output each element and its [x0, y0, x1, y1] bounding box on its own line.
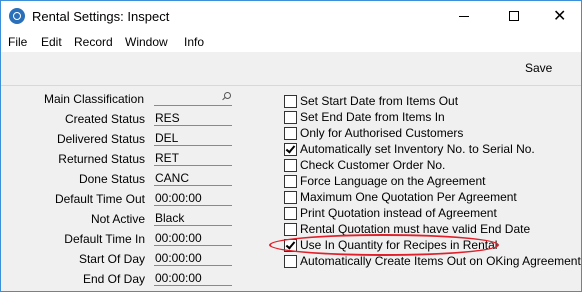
not-active-field[interactable]: Black [154, 211, 232, 226]
app-icon [9, 8, 25, 24]
option-label: Automatically Create Items Out on OKing … [300, 254, 581, 268]
checkbox[interactable] [284, 111, 297, 124]
minimize-icon [459, 16, 469, 17]
checkbox[interactable] [284, 255, 297, 268]
checkbox[interactable] [284, 95, 297, 108]
option-label: Force Language on the Agreement [300, 174, 486, 188]
checkbox[interactable] [284, 143, 297, 156]
checkbox[interactable] [284, 127, 297, 140]
checkmark-icon [285, 143, 296, 154]
option-label: Automatically set Inventory No. to Seria… [300, 142, 535, 156]
default-time-out-field[interactable]: 00:00:00 [154, 191, 232, 206]
default-time-out-label: Default Time Out [54, 192, 145, 206]
option-label: Set Start Date from Items Out [300, 94, 459, 108]
close-icon: ✕ [553, 8, 567, 25]
option-label: Maximum One Quotation Per Agreement [300, 190, 517, 204]
done-status-field[interactable]: CANC [154, 171, 232, 186]
maximize-button[interactable] [491, 1, 537, 32]
returned-status-label: Returned Status [58, 152, 145, 166]
option-label: Print Quotation instead of Agreement [300, 206, 497, 220]
window-title: Rental Settings: Inspect [32, 9, 170, 24]
checkbox[interactable] [284, 207, 297, 220]
delivered-status-label: Delivered Status [56, 132, 145, 146]
end-of-day-field[interactable]: 00:00:00 [154, 271, 232, 286]
option-label: Set End Date from Items In [300, 110, 445, 124]
title-bar[interactable]: Rental Settings: Inspect ✕ [1, 1, 581, 32]
menu-record[interactable]: Record [74, 35, 113, 49]
returned-status-field[interactable]: RET [154, 151, 232, 166]
maximize-icon [509, 11, 519, 21]
rental-settings-window: Rental Settings: Inspect ✕ File Edit Rec… [0, 0, 582, 292]
main-classification-field[interactable] [154, 91, 232, 106]
menu-file[interactable]: File [8, 35, 27, 49]
end-of-day-label: End Of Day [82, 272, 145, 286]
highlight-ellipse [269, 234, 499, 256]
checkbox[interactable] [284, 159, 297, 172]
start-of-day-label: Start Of Day [78, 252, 145, 266]
checkbox[interactable] [284, 191, 297, 204]
save-button[interactable]: Save [525, 61, 552, 75]
magnifier-icon[interactable] [222, 92, 231, 101]
option-label: Only for Authorised Customers [300, 126, 464, 140]
delivered-status-field[interactable]: DEL [154, 131, 232, 146]
close-button[interactable]: ✕ [537, 1, 582, 32]
checkbox[interactable] [284, 175, 297, 188]
minimize-button[interactable] [441, 1, 487, 32]
not-active-label: Not Active [90, 212, 145, 226]
start-of-day-field[interactable]: 00:00:00 [154, 251, 232, 266]
default-time-in-label: Default Time In [64, 232, 145, 246]
menu-info[interactable]: Info [184, 35, 204, 49]
menu-bar: File Edit Record Window Info [1, 32, 581, 52]
default-time-in-field[interactable]: 00:00:00 [154, 231, 232, 246]
main-classification-label: Main Classification [43, 92, 144, 106]
created-status-field[interactable]: RES [154, 111, 232, 126]
menu-window[interactable]: Window [125, 35, 168, 49]
toolbar-divider [1, 85, 581, 86]
done-status-label: Done Status [78, 172, 145, 186]
created-status-label: Created Status [64, 112, 145, 126]
checkbox[interactable] [284, 223, 297, 236]
option-label: Check Customer Order No. [300, 158, 446, 172]
menu-edit[interactable]: Edit [41, 35, 62, 49]
